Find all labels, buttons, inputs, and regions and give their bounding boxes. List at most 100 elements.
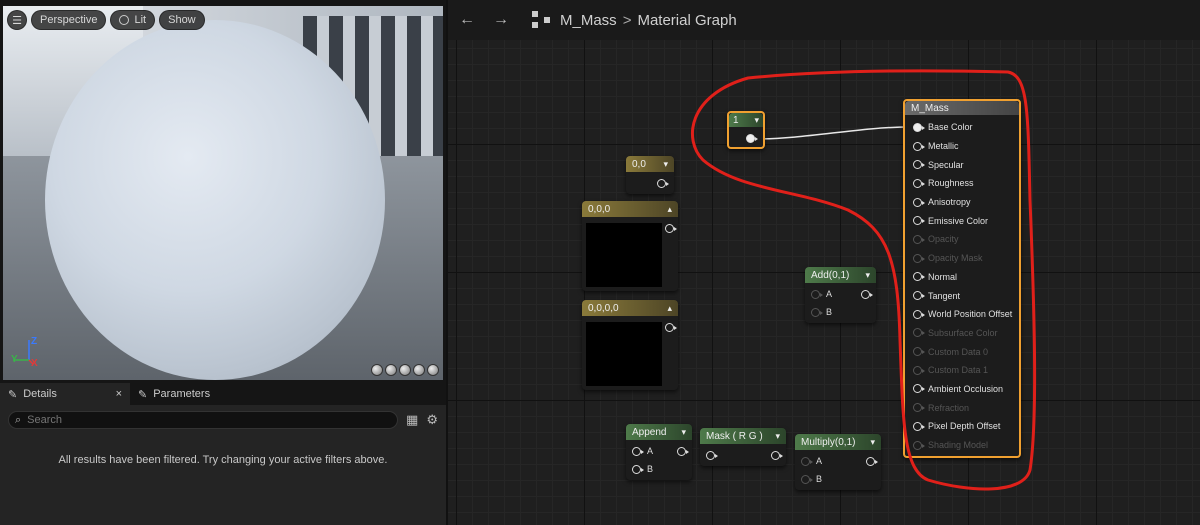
forward-arrow-icon[interactable]: → [490,9,512,31]
input-pin[interactable] [913,440,925,450]
chevron-down-icon[interactable]: ▾ [681,427,686,438]
input-pin[interactable] [913,160,925,170]
breadcrumb-asset[interactable]: M_Mass [560,12,617,29]
material-pin-row[interactable]: Refraction [905,398,1019,417]
input-pin[interactable] [913,122,925,132]
teapot-mesh-icon[interactable] [427,364,439,376]
material-pin-row[interactable]: Custom Data 0 [905,342,1019,361]
close-icon[interactable]: × [116,388,122,400]
lit-button[interactable]: Lit [110,10,156,30]
input-pin-a[interactable] [811,289,823,299]
input-pin[interactable] [913,216,925,226]
material-pin-row[interactable]: Roughness [905,174,1019,193]
chevron-down-icon[interactable]: ▾ [663,159,668,170]
cylinder-mesh-icon[interactable] [371,364,383,376]
input-pin[interactable] [913,272,925,282]
input-pin[interactable] [913,365,925,375]
input-pin-b[interactable] [801,474,813,484]
material-pin-row[interactable]: Anisotropy [905,193,1019,212]
material-pin-row[interactable]: Specular [905,155,1019,174]
input-pin[interactable] [913,197,925,207]
input-pin-b[interactable] [632,464,644,474]
input-label-a: A [816,456,823,466]
cube-mesh-icon[interactable] [413,364,425,376]
preview-viewport[interactable]: ☰ Perspective Lit Show Z Y X [3,6,443,380]
input-pin[interactable] [913,291,925,301]
input-pin-b[interactable] [811,307,823,317]
chevron-up-icon[interactable]: ▴ [667,204,672,215]
constant2-node[interactable]: 0,0 ▾ [626,156,674,194]
perspective-label: Perspective [40,14,98,26]
show-button[interactable]: Show [159,10,205,30]
input-pin[interactable] [913,421,925,431]
material-pin-row[interactable]: Shading Model [905,436,1019,455]
output-pin[interactable] [665,323,677,335]
constant-node-1[interactable]: 1 ▾ [727,111,765,149]
input-pin[interactable] [913,178,925,188]
node-title: Append [632,426,667,438]
color-preview [586,322,662,386]
material-pin-row[interactable]: Opacity [905,230,1019,249]
output-pin[interactable] [771,450,783,460]
mask-node[interactable]: Mask ( R G ) ▾ [700,428,786,466]
table-view-icon[interactable]: ▦ [406,412,418,428]
material-pin-row[interactable]: Pixel Depth Offset [905,417,1019,436]
material-pin-row[interactable]: World Position Offset [905,305,1019,324]
details-search: ⌕ [8,411,398,429]
material-pin-row[interactable]: Subsurface Color [905,324,1019,343]
multiply-node[interactable]: Multiply(0,1) ▾ A B [795,434,881,490]
material-pin-row[interactable]: Custom Data 1 [905,361,1019,380]
material-output-node[interactable]: M_Mass Base Color Metallic Specular Roughne… [903,99,1021,458]
viewport-toolbar: ☰ Perspective Lit Show [7,10,205,30]
plane-mesh-icon[interactable] [399,364,411,376]
input-pin[interactable] [913,384,925,394]
search-input[interactable] [27,414,368,426]
input-pin[interactable] [913,309,925,319]
output-pin[interactable] [866,456,878,466]
preview-mesh-buttons [371,364,439,376]
back-arrow-icon[interactable]: ← [456,9,478,31]
gear-icon[interactable]: ⚙ [426,412,438,428]
add-node[interactable]: Add(0,1) ▾ A B [805,267,876,323]
input-pin-a[interactable] [801,456,813,466]
chevron-down-icon[interactable]: ▾ [754,115,759,126]
output-pin[interactable] [861,289,873,299]
tab-parameters[interactable]: ✎ Parameters [130,383,218,405]
material-pin-row[interactable]: Normal [905,268,1019,287]
input-pin[interactable] [913,347,925,357]
input-pin[interactable] [913,234,925,244]
material-pin-label: Metallic [928,141,959,152]
left-panel: ☰ Perspective Lit Show Z Y X ✎ Details ×… [0,0,446,525]
material-pin-row[interactable]: Emissive Color [905,211,1019,230]
chevron-down-icon[interactable]: ▾ [870,437,875,448]
sphere-mesh-icon[interactable] [385,364,397,376]
tab-details[interactable]: ✎ Details × [0,383,130,405]
constant3-node[interactable]: 0,0,0 ▴ [582,201,678,291]
output-pin[interactable] [677,446,689,456]
output-pin[interactable] [657,179,669,191]
output-pin[interactable] [665,224,677,236]
output-pin[interactable] [746,134,758,146]
chevron-down-icon[interactable]: ▾ [775,431,780,442]
constant4-node[interactable]: 0,0,0,0 ▴ [582,300,678,390]
input-pin[interactable] [913,253,925,263]
input-pin[interactable] [913,328,925,338]
material-pin-row[interactable]: Opacity Mask [905,249,1019,268]
material-pin-row[interactable]: Ambient Occlusion [905,380,1019,399]
material-graph-icon [532,11,552,29]
chevron-up-icon[interactable]: ▴ [667,303,672,314]
material-pin-row[interactable]: Metallic [905,137,1019,156]
chevron-down-icon[interactable]: ▾ [865,270,870,281]
material-pin-row[interactable]: Tangent [905,286,1019,305]
material-graph-canvas[interactable]: ← → M_Mass > Material Graph 1 ▾ 0,0 ▾ 0,… [448,0,1200,525]
append-node[interactable]: Append ▾ A B [626,424,692,480]
input-pin[interactable] [913,403,925,413]
input-pin-a[interactable] [632,446,644,456]
viewport-menu-button[interactable]: ☰ [7,10,27,30]
graph-header: ← → M_Mass > Material Graph [448,0,1200,40]
input-pin[interactable] [913,141,925,151]
perspective-button[interactable]: Perspective [31,10,107,30]
material-pin-row[interactable]: Base Color [905,118,1019,137]
material-pin-label: Roughness [928,178,974,189]
input-pin[interactable] [706,450,718,460]
